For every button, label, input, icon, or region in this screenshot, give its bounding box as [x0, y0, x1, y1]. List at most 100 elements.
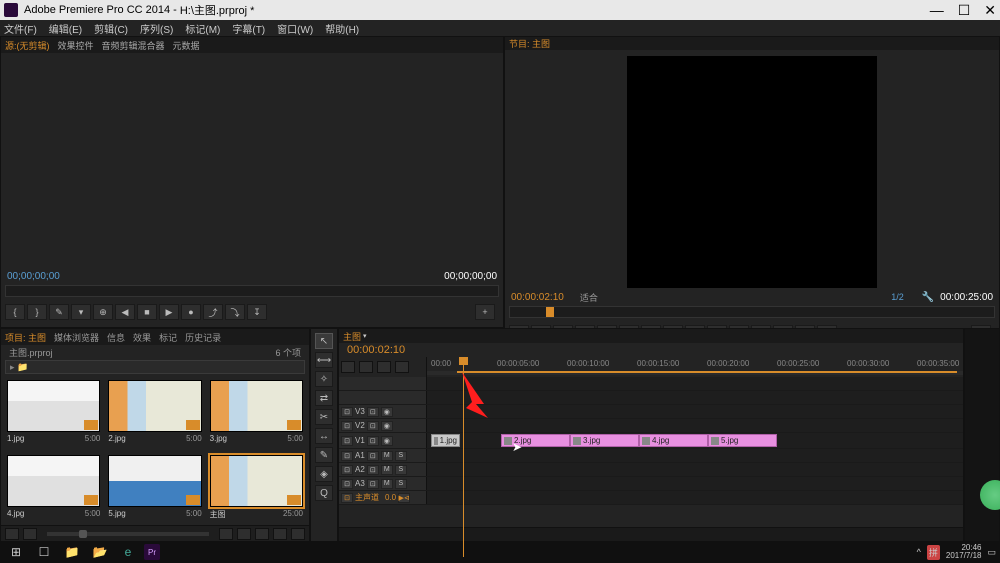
track-toggle[interactable]: ▶⊲	[398, 493, 410, 503]
timeline-clip[interactable]: 5.jpg	[708, 434, 777, 447]
transport-button[interactable]: ⊕	[93, 304, 113, 320]
time-ruler[interactable]: 00:0000:00:05:0000:00:10:0000:00:15:0000…	[427, 357, 963, 377]
settings-button[interactable]	[395, 361, 409, 373]
thumb-size-slider[interactable]	[47, 532, 209, 536]
transport-button[interactable]: ▶	[159, 304, 179, 320]
track-toggle[interactable]: ◉	[381, 421, 393, 431]
ime-icon[interactable]: 拼	[927, 545, 940, 560]
panel-tab[interactable]: 历史记录	[185, 331, 221, 344]
tool-button[interactable]: ✂	[315, 409, 333, 425]
panel-tab[interactable]: 媒体浏览器	[54, 331, 99, 344]
transport-button[interactable]: ◀	[115, 304, 135, 320]
track-header[interactable]: ⊡A2⊡MS	[339, 463, 427, 476]
track-header[interactable]: ⊡A1⊡MS	[339, 449, 427, 462]
project-item[interactable]: 4.jpg5:00	[7, 455, 100, 524]
menu-item[interactable]: 编辑(E)	[47, 21, 84, 36]
panel-tab[interactable]: 节目: 主图	[509, 37, 550, 50]
resolution-dropdown[interactable]: 1/2	[891, 292, 904, 302]
track-lane[interactable]	[427, 419, 963, 432]
transport-button[interactable]: ⤴	[203, 304, 223, 320]
project-item[interactable]: 3.jpg5:00	[210, 380, 303, 447]
timeline-clip[interactable]: 1.jpg	[431, 434, 460, 447]
track-toggle[interactable]: ⊡	[367, 451, 379, 461]
task-view-button[interactable]: ☐	[32, 543, 56, 561]
panel-tab[interactable]: 源:(无剪辑)	[5, 39, 50, 52]
tool-button[interactable]: ◈	[315, 466, 333, 482]
track-toggle[interactable]: ⊡	[367, 407, 379, 417]
panel-tab[interactable]: 元数据	[173, 39, 200, 52]
track-lane[interactable]	[427, 405, 963, 418]
menu-item[interactable]: 窗口(W)	[275, 21, 315, 36]
track-lane[interactable]	[427, 477, 963, 490]
transport-button[interactable]: ✎	[49, 304, 69, 320]
tool-button[interactable]: Q	[315, 485, 333, 501]
tray-up-icon[interactable]: ^	[917, 547, 921, 557]
timeline-clip[interactable]: 3.jpg	[570, 434, 639, 447]
zoom-fit-dropdown[interactable]: 适合	[580, 291, 598, 304]
transport-button[interactable]: ■	[137, 304, 157, 320]
menu-item[interactable]: 标记(M)	[183, 21, 222, 36]
program-tc-current[interactable]: 00:00:02:10	[511, 292, 564, 303]
snap-button[interactable]	[341, 361, 355, 373]
track-toggle[interactable]: M	[381, 465, 393, 475]
transport-button[interactable]: ▾	[71, 304, 91, 320]
track-lane[interactable]	[427, 463, 963, 476]
tab-menu-icon[interactable]: ▾	[363, 332, 367, 340]
track-toggle[interactable]: ⊡	[367, 436, 379, 446]
track-toggle[interactable]: ⊡	[367, 465, 379, 475]
track-lane[interactable]	[427, 491, 963, 504]
timeline-timecode[interactable]: 00:00:02:10	[347, 344, 405, 356]
find-button[interactable]	[237, 528, 251, 540]
track-header[interactable]: ⊡V3⊡◉	[339, 405, 427, 418]
track-toggle[interactable]: S	[395, 451, 407, 461]
playhead[interactable]	[463, 357, 464, 557]
panel-tab[interactable]: 效果控件	[58, 39, 94, 52]
track-header[interactable]: ⊡V2⊡◉	[339, 419, 427, 432]
tool-button[interactable]: ⇄	[315, 390, 333, 406]
tool-button[interactable]: ↖	[315, 333, 333, 349]
notifications-icon[interactable]: ▭	[987, 547, 996, 558]
edge-icon[interactable]: e	[116, 543, 140, 561]
button-editor[interactable]: +	[475, 304, 495, 320]
premiere-taskbar-icon[interactable]: Pr	[144, 544, 160, 560]
track-lane[interactable]: 1.jpg 2.jpg3.jpg4.jpg5.jpg	[427, 433, 963, 448]
folder-icon[interactable]: 📂	[88, 543, 112, 561]
menu-item[interactable]: 序列(S)	[138, 21, 175, 36]
maximize-button[interactable]: ☐	[958, 2, 971, 19]
sort-button[interactable]	[219, 528, 233, 540]
track-toggle[interactable]: S	[395, 465, 407, 475]
close-button[interactable]: ✕	[984, 2, 996, 19]
menu-item[interactable]: 字幕(T)	[230, 21, 267, 36]
timeline-clip[interactable]: 2.jpg	[501, 434, 570, 447]
explorer-icon[interactable]: 📁	[60, 543, 84, 561]
clock-date[interactable]: 2017/7/18	[946, 552, 982, 560]
timeline-clip[interactable]: 4.jpg	[639, 434, 708, 447]
track-toggle[interactable]: ⊡	[367, 479, 379, 489]
menu-item[interactable]: 剪辑(C)	[92, 21, 130, 36]
panel-tab[interactable]: 效果	[133, 331, 151, 344]
track-toggle[interactable]: ◉	[381, 436, 393, 446]
panel-tab[interactable]: 项目: 主图	[5, 331, 46, 344]
menu-item[interactable]: 帮助(H)	[323, 21, 361, 36]
source-scrubber[interactable]	[5, 285, 499, 297]
program-monitor[interactable]	[505, 50, 999, 288]
panel-tab[interactable]: 音频剪辑混合器	[102, 39, 165, 52]
track-header[interactable]: ⊡V1⊡◉	[339, 433, 427, 448]
transport-button[interactable]: }	[27, 304, 47, 320]
track-toggle[interactable]: S	[395, 479, 407, 489]
panel-tab[interactable]: 标记	[159, 331, 177, 344]
source-monitor[interactable]	[1, 53, 503, 267]
track-lane[interactable]	[427, 449, 963, 462]
track-toggle[interactable]: M	[381, 451, 393, 461]
program-scrubber[interactable]	[509, 306, 995, 318]
menu-item[interactable]: 文件(F)	[2, 21, 39, 36]
start-button[interactable]: ⊞	[4, 543, 28, 561]
new-bin-button[interactable]	[255, 528, 269, 540]
track-toggle[interactable]: M	[381, 479, 393, 489]
bin-search[interactable]: ▸ 📁	[5, 360, 305, 374]
list-view-button[interactable]	[5, 528, 19, 540]
track-toggle[interactable]: ◉	[381, 407, 393, 417]
settings-icon[interactable]: 🔧	[922, 292, 934, 303]
icon-view-button[interactable]	[23, 528, 37, 540]
panel-tab[interactable]: 信息	[107, 331, 125, 344]
